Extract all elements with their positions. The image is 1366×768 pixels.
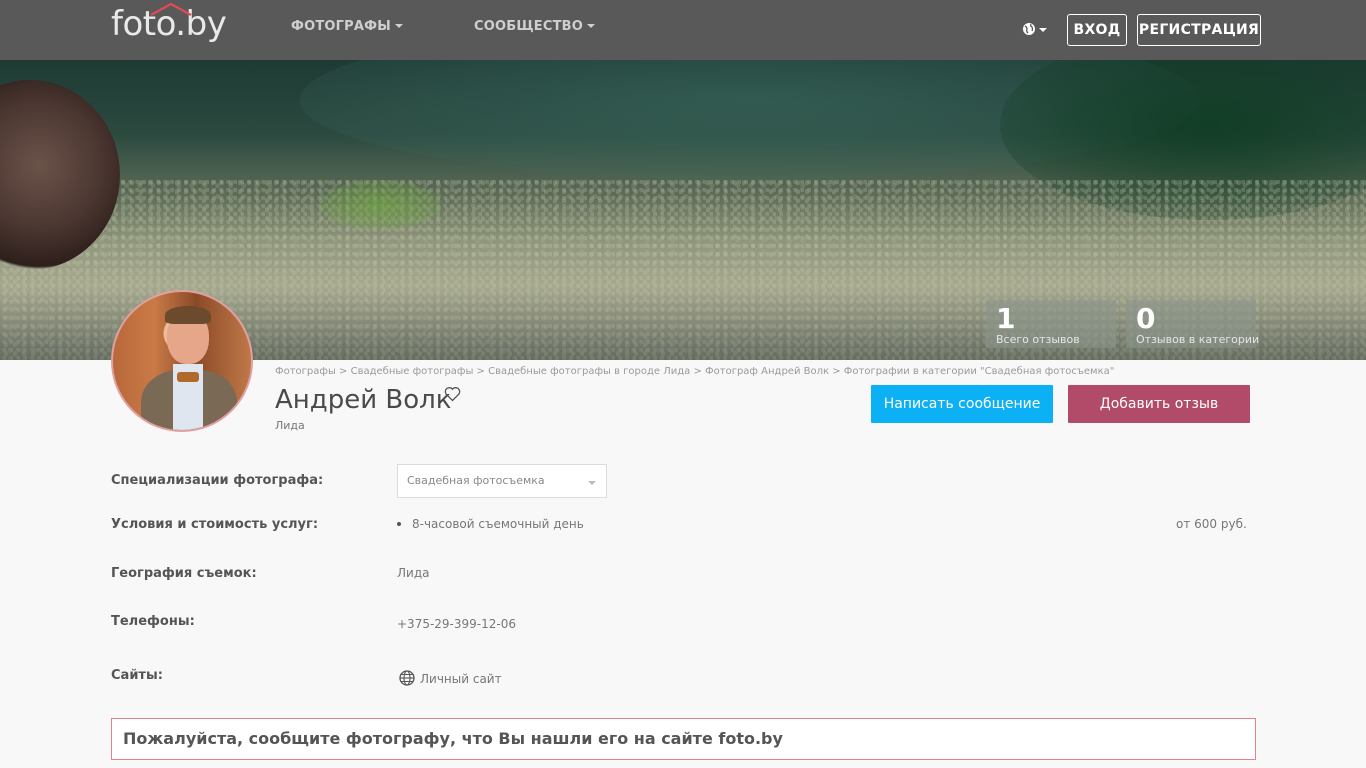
stat-category-reviews-label: Отзывов в категории [1136, 333, 1260, 346]
heart-icon[interactable] [444, 386, 461, 402]
phones-label: Телефоны: [111, 614, 195, 629]
globe-icon [1023, 23, 1035, 35]
page-title: Андрей Волк [275, 385, 452, 415]
chevron-down-icon [587, 24, 596, 28]
sites-label: Сайты: [111, 668, 163, 683]
geography-value: Лида [397, 566, 430, 580]
chevron-down-icon [588, 481, 596, 485]
stat-total-reviews-value: 1 [996, 302, 1016, 335]
menu-community-label: СООБЩЕСТВО [474, 19, 584, 34]
stat-category-reviews-value: 0 [1136, 302, 1156, 335]
specialization-select[interactable]: Свадебная фотосъемка [397, 464, 607, 498]
top-navigation-bar: foto.by ФОТОГРАФЫ СООБЩЕСТВО ВХОД РЕГИСТ… [0, 0, 1366, 60]
specialization-select-value: Свадебная фотосъемка [407, 474, 545, 487]
site-logo[interactable]: foto.by [111, 2, 227, 48]
add-review-button[interactable]: Добавить отзыв [1068, 385, 1250, 423]
stat-category-reviews[interactable]: 0 Отзывов в категории [1126, 300, 1260, 348]
menu-photographers-label: ФОТОГРАФЫ [291, 19, 391, 34]
notice-banner: Пожалуйста, сообщите фотографу, что Вы н… [111, 718, 1256, 760]
specializations-label: Специализации фотографа: [111, 473, 324, 488]
photographer-city: Лида [275, 419, 305, 432]
phone-value[interactable]: +375-29-399-12-06 [397, 617, 516, 631]
menu-community[interactable]: СООБЩЕСТВО [474, 19, 596, 34]
chevron-down-icon [1039, 28, 1047, 32]
globe-icon [399, 670, 415, 686]
register-button[interactable]: РЕГИСТРАЦИЯ [1137, 14, 1261, 46]
service-item: 8-часовой съемочный день [412, 517, 584, 531]
geography-label: География съемок: [111, 566, 257, 581]
stat-total-reviews[interactable]: 1 Всего отзывов [986, 300, 1116, 348]
write-message-button[interactable]: Написать сообщение [871, 385, 1053, 423]
menu-photographers[interactable]: ФОТОГРАФЫ [291, 19, 403, 34]
logo-house-icon [150, 2, 192, 16]
language-switcher[interactable] [1022, 21, 1048, 39]
stat-total-reviews-label: Всего отзывов [996, 333, 1080, 346]
personal-site-link[interactable]: Личный сайт [420, 672, 502, 686]
service-price: от 600 руб. [1176, 517, 1247, 531]
chevron-down-icon [394, 24, 403, 28]
breadcrumb[interactable]: Фотографы > Свадебные фотографы > Свадеб… [275, 366, 1114, 377]
list-bullet [397, 522, 401, 526]
login-button[interactable]: ВХОД [1067, 14, 1127, 46]
avatar [111, 290, 253, 432]
services-label: Условия и стоимость услуг: [111, 517, 319, 532]
